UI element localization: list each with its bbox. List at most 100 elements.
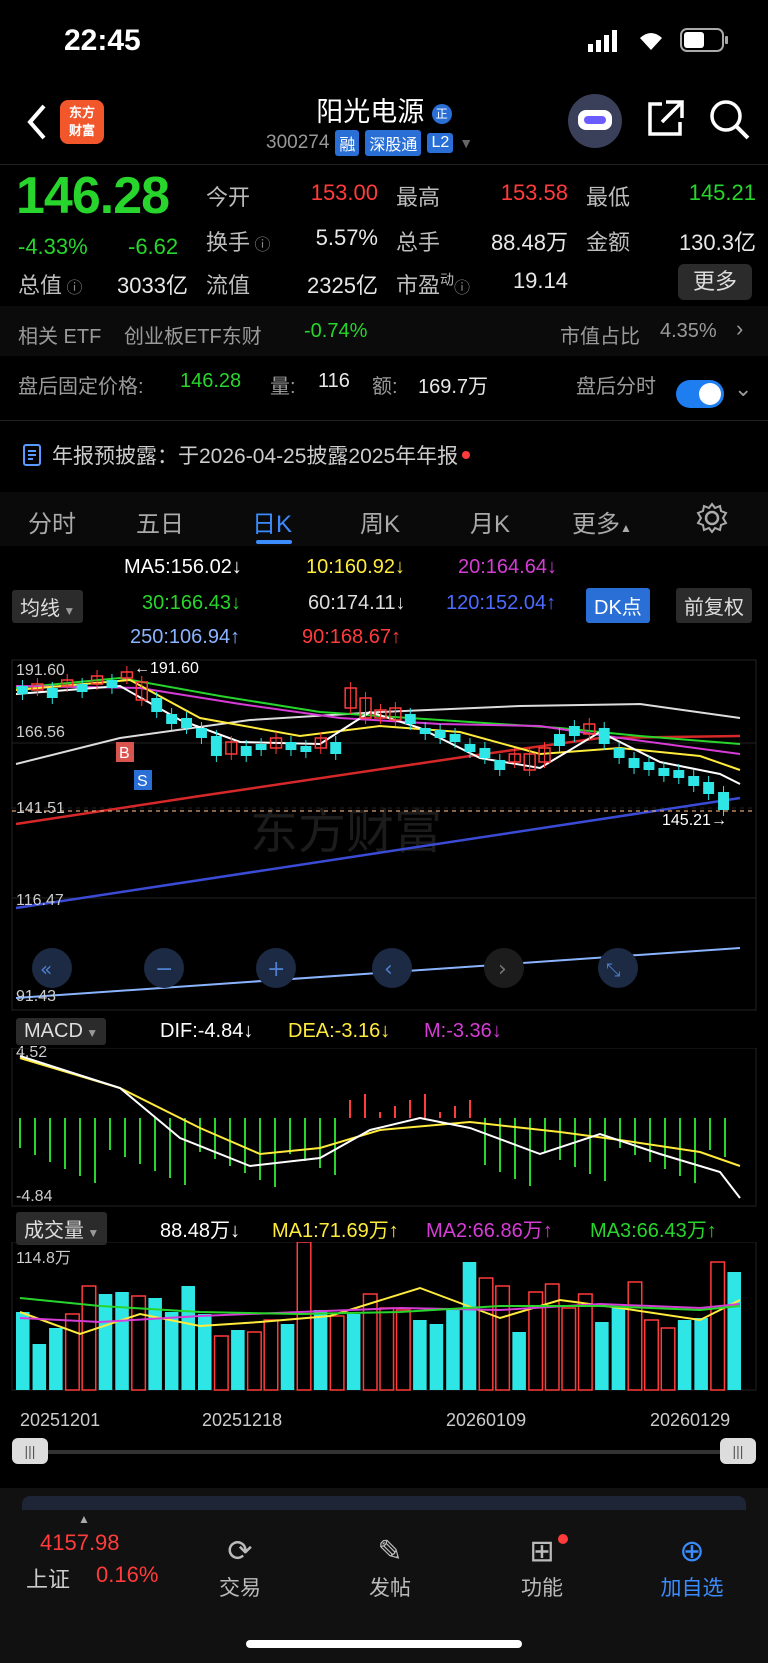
dropdown-icon[interactable]: ▼: [459, 135, 473, 151]
ma20-indicator: 20:164.64↓: [458, 556, 557, 578]
volume-bar: [413, 1320, 427, 1390]
rewind-icon[interactable]: «: [40, 957, 52, 981]
chevron-down-icon[interactable]: ⌄: [734, 376, 752, 402]
annual-report-notice[interactable]: 年报预披露：于2026-04-25披露2025年年报: [22, 440, 471, 470]
volume-label: 总手: [396, 230, 441, 255]
adjust-button[interactable]: 前复权: [676, 588, 752, 623]
candle-body: [285, 742, 297, 750]
dk-point-button[interactable]: DK点: [586, 588, 650, 623]
macd-dif: DIF:-4.84↓: [160, 1020, 254, 1042]
tab-five-day[interactable]: 五日: [136, 504, 184, 539]
volume-bar: [462, 1262, 477, 1390]
volume-bar: [395, 1309, 411, 1391]
collapsed-panel[interactable]: [22, 1496, 746, 1510]
search-icon[interactable]: [708, 98, 752, 142]
candle-body: [106, 680, 118, 688]
after-vol-label: 量:: [270, 376, 296, 398]
range-track[interactable]: [12, 1450, 756, 1454]
tab-more[interactable]: 更多▲: [572, 504, 632, 539]
pe-value: 19.14: [512, 268, 568, 293]
candle-body: [718, 792, 729, 810]
volume-bar: [81, 1285, 97, 1391]
tab-intraday[interactable]: 分时: [28, 504, 76, 539]
candle-body: [151, 698, 163, 712]
chevron-right-icon: ›: [736, 316, 744, 341]
zoom-in-icon[interactable]: +: [267, 957, 285, 982]
next-icon[interactable]: ›: [498, 957, 507, 982]
after-hours-toggle[interactable]: [676, 380, 724, 408]
ma-selector[interactable]: 均线 ▼: [12, 590, 84, 623]
volume-bar: [49, 1328, 63, 1390]
grid-icon: ⊞: [529, 1535, 555, 1568]
volume-bar: [611, 1308, 626, 1390]
candle-body: [449, 734, 461, 742]
zoom-out-icon[interactable]: −: [155, 957, 173, 982]
kline-chart-area[interactable]: MA5:156.02↓ 10:160.92↓ 20:164.64↓ 均线 ▼ 3…: [0, 548, 768, 1478]
compose-icon: ✎: [377, 1535, 403, 1568]
date-label-3: 20260109: [446, 1410, 527, 1430]
nav-trade-label: 交易: [219, 1577, 261, 1600]
index-name[interactable]: 上证: [26, 1562, 70, 1594]
volume-bar: [16, 1312, 30, 1390]
vol-ma1: MA1:71.69万↑: [272, 1220, 399, 1242]
nav-trade[interactable]: ⟳ 交易: [190, 1532, 290, 1602]
related-etf-row[interactable]: 相关 ETF 创业板ETF东财 -0.74% 市值占比 4.35% ›: [0, 306, 768, 356]
vol-ma2: MA2:66.86万↑: [426, 1220, 553, 1242]
candle-body: [166, 714, 178, 724]
nav-functions[interactable]: ⊞ 功能: [492, 1532, 592, 1602]
volume-bar: [495, 1285, 511, 1391]
settings-icon[interactable]: [696, 502, 728, 534]
notification-dot: [558, 1534, 568, 1544]
high-label: 最高: [396, 185, 441, 210]
volume-bar: [64, 1313, 80, 1391]
volume-bar: [627, 1281, 643, 1391]
chart-nav-controls[interactable]: « − + ‹ › ⤡: [32, 948, 638, 988]
stock-code: 300274: [266, 132, 330, 153]
tab-weekly-k[interactable]: 周K: [360, 504, 400, 539]
candle-body: [181, 718, 192, 728]
after-toggle-label: 盘后分时: [576, 376, 656, 398]
index-change[interactable]: 0.16%: [96, 1562, 158, 1588]
volume-bar: [561, 1307, 577, 1391]
pe-label: 市盈动ⓘ: [396, 271, 471, 298]
ma5-indicator: MA5:156.02↓: [124, 556, 242, 578]
tab-daily-k[interactable]: 日K: [252, 504, 292, 539]
candle-body: [568, 726, 580, 736]
nav-functions-label: 功能: [521, 1577, 563, 1600]
margin-tag: 融: [335, 130, 360, 156]
volume-selector[interactable]: 成交量 ▼: [16, 1212, 108, 1245]
add-circle-icon: ⊕: [679, 1535, 705, 1568]
tab-monthly-k[interactable]: 月K: [470, 504, 510, 539]
candle-body: [643, 762, 655, 770]
candle-body: [46, 688, 58, 698]
candle-body: [255, 744, 267, 750]
ai-assistant-icon[interactable]: [568, 94, 622, 148]
prev-icon[interactable]: ‹: [384, 957, 393, 982]
candle-body: [554, 734, 565, 746]
volume-bar: [595, 1322, 609, 1390]
candle-body: [240, 746, 252, 756]
etf-change: -0.74%: [304, 320, 368, 342]
expand-arrow-icon[interactable]: ▲: [78, 1512, 90, 1526]
ma60-indicator: 60:174.11↓: [308, 592, 406, 614]
nav-add-watchlist[interactable]: ⊕ 加自选: [642, 1532, 742, 1602]
candle-body: [76, 684, 88, 692]
after-price: 146.28: [180, 370, 242, 392]
candle-body: [703, 782, 715, 794]
range-handle-right[interactable]: |||: [720, 1438, 756, 1464]
volume-bar: [677, 1320, 692, 1390]
document-icon: [23, 444, 41, 466]
macd-selector[interactable]: MACD ▼: [16, 1018, 107, 1045]
volume-bar: [346, 1314, 361, 1390]
active-tab-indicator: [256, 540, 292, 544]
range-handle-left[interactable]: |||: [12, 1438, 48, 1464]
fullscreen-icon[interactable]: ⤡: [606, 960, 620, 981]
candle-body: [673, 770, 685, 778]
index-value[interactable]: 4157.98: [40, 1530, 120, 1556]
turnover-value: 5.57%: [315, 225, 378, 250]
ma10-indicator: 10:160.92↓: [306, 556, 405, 578]
more-button[interactable]: 更多: [678, 264, 752, 300]
share-icon[interactable]: [644, 98, 686, 140]
connect-tag: 深股通: [365, 130, 422, 156]
nav-post[interactable]: ✎ 发帖: [340, 1532, 440, 1602]
